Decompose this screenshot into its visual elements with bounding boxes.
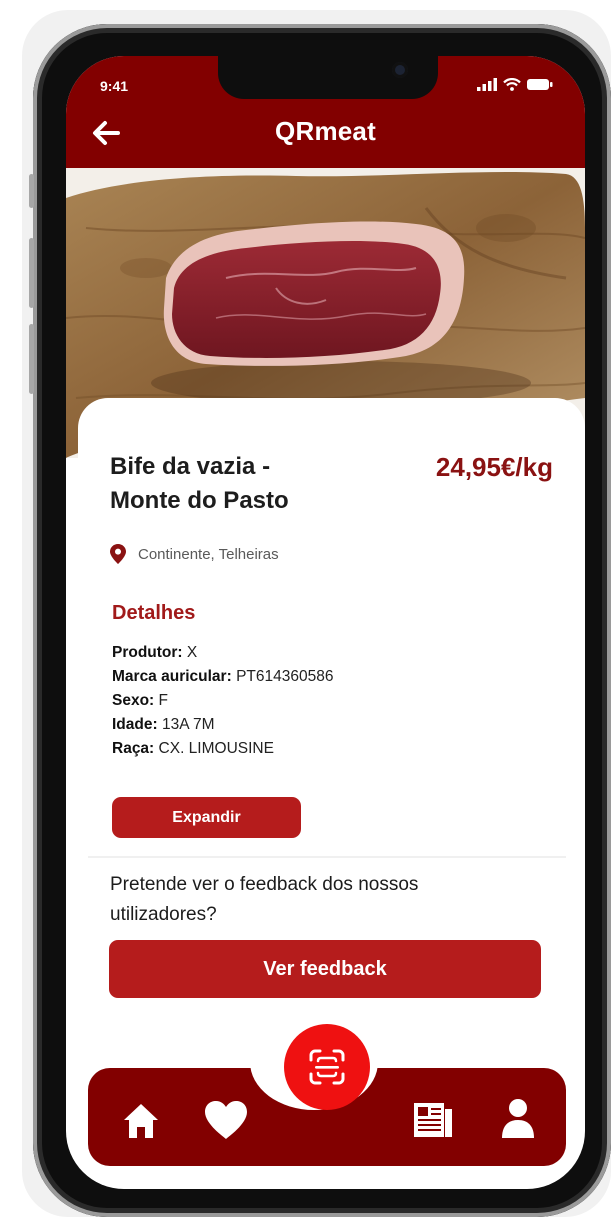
detail-value: CX. LIMOUSINE bbox=[158, 740, 274, 757]
detail-value: PT614360586 bbox=[236, 668, 334, 685]
section-divider bbox=[88, 856, 566, 858]
status-time: 9:41 bbox=[100, 78, 129, 94]
phone-side-button bbox=[29, 324, 34, 394]
app-screen: 9:41 QRmeat Bife da vazia - Monte do Pas… bbox=[66, 56, 585, 1189]
detail-row: Marca auricular: PT614360586 bbox=[112, 665, 333, 689]
detail-label: Raça: bbox=[112, 740, 155, 757]
qr-scan-icon bbox=[309, 1049, 345, 1085]
product-name-line: Bife da vazia - bbox=[110, 453, 271, 480]
user-icon[interactable] bbox=[500, 1098, 536, 1138]
detail-row: Raça: CX. LIMOUSINE bbox=[112, 737, 333, 761]
newspaper-icon[interactable] bbox=[412, 1101, 454, 1139]
phone-side-button bbox=[29, 174, 34, 208]
feedback-question: Pretende ver o feedback dos nossos utili… bbox=[110, 874, 419, 925]
app-title: QRmeat bbox=[275, 116, 376, 146]
location-label: Continente, Telheiras bbox=[138, 545, 279, 563]
expand-button[interactable]: Expandir bbox=[112, 797, 301, 838]
detail-row: Produtor: X bbox=[112, 641, 333, 665]
detail-label: Idade: bbox=[112, 716, 158, 733]
details-heading: Detalhes bbox=[112, 602, 196, 624]
detail-value: X bbox=[186, 644, 198, 661]
product-name: Bife da vazia - Monte do Pasto bbox=[110, 450, 360, 518]
map-pin-icon bbox=[110, 544, 126, 564]
camera-icon bbox=[392, 62, 408, 78]
detail-label: Marca auricular: bbox=[112, 668, 232, 685]
wifi-icon bbox=[503, 78, 521, 91]
battery-icon bbox=[527, 79, 553, 90]
detail-value: F bbox=[158, 692, 168, 709]
detail-label: Sexo: bbox=[112, 692, 155, 709]
phone-side-button bbox=[29, 238, 34, 308]
detail-value: 13A 7M bbox=[161, 716, 215, 733]
app-header: 9:41 QRmeat bbox=[66, 56, 585, 168]
status-icons bbox=[477, 78, 553, 91]
product-price: 24,95€/kg bbox=[435, 452, 553, 482]
phone-notch bbox=[218, 56, 438, 99]
detail-row: Sexo: F bbox=[112, 689, 333, 713]
heart-icon[interactable] bbox=[203, 1100, 249, 1140]
scan-button[interactable] bbox=[284, 1024, 370, 1110]
home-icon[interactable] bbox=[122, 1102, 160, 1140]
details-list: Produtor: X Marca auricular: PT614360586… bbox=[112, 641, 333, 761]
product-name-line: Monte do Pasto bbox=[110, 487, 289, 514]
detail-row: Idade: 13A 7M bbox=[112, 713, 333, 737]
store-location: Continente, Telheiras bbox=[110, 544, 279, 564]
view-feedback-button[interactable]: Ver feedback bbox=[109, 940, 541, 998]
signal-icon bbox=[477, 78, 497, 91]
detail-label: Produtor: bbox=[112, 644, 183, 661]
